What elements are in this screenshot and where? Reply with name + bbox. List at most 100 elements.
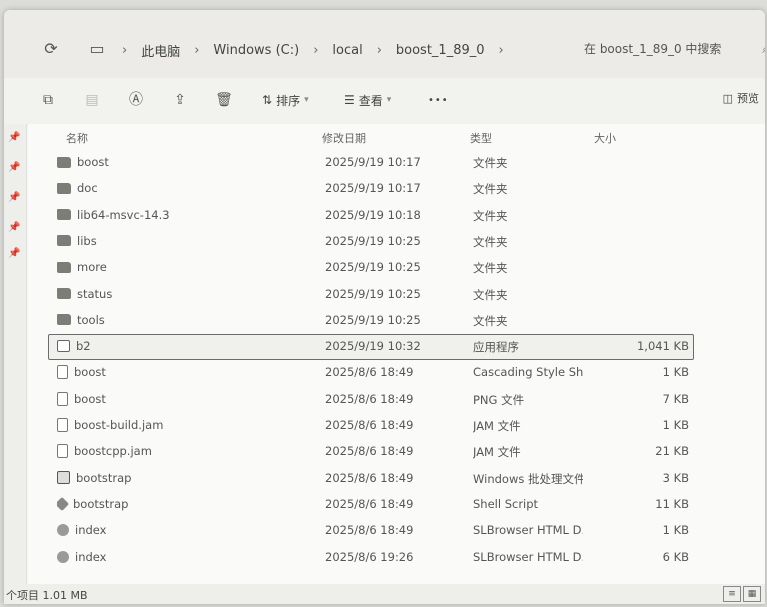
file-type: 文件夹 <box>473 208 508 223</box>
folder-icon <box>57 261 71 273</box>
file-row[interactable]: bootstrap 2025/8/6 18:49 Shell Script 11 KB <box>48 492 694 518</box>
file-row[interactable]: index 2025/8/6 18:49 SLBrowser HTML D... 1 … <box>48 518 694 544</box>
folder-icon <box>57 209 71 221</box>
folder-icon <box>57 288 71 299</box>
document-icon <box>57 444 68 459</box>
file-name: bootstrap <box>76 470 132 485</box>
folder-row[interactable]: tools 2025/9/19 10:25 文件夹 <box>48 308 694 334</box>
folder-icon <box>57 156 71 168</box>
pin-icon[interactable]: 📌 <box>8 222 20 233</box>
file-row[interactable]: index 2025/8/6 19:26 SLBrowser HTML D... 6 … <box>48 545 694 571</box>
file-type: 文件夹 <box>473 182 508 197</box>
folder-row[interactable]: more 2025/9/19 10:25 文件夹 <box>48 255 694 281</box>
file-date: 2025/8/6 18:49 <box>325 365 414 380</box>
file-row[interactable]: b2 2025/9/19 10:32 应用程序 1,041 KB <box>48 334 694 361</box>
rename-icon[interactable]: Ⓐ <box>126 90 146 110</box>
search-input[interactable]: 在 boost_1_89_0 中搜索 ⌕ <box>574 34 765 64</box>
file-name-cell: doc <box>57 181 287 195</box>
file-date: 2025/8/6 18:49 <box>325 470 414 485</box>
pin-icon[interactable]: 📌 <box>8 248 20 259</box>
column-header-date[interactable]: 修改日期 <box>322 130 366 146</box>
file-date: 2025/9/19 10:25 <box>325 260 421 275</box>
file-name: more <box>77 260 107 275</box>
view-button[interactable]: ☰ 查看 ▾ <box>344 90 391 110</box>
breadcrumb-boost[interactable]: boost_1_89_0 <box>390 43 491 58</box>
pin-icon[interactable]: 📌 <box>8 132 20 143</box>
status-bar: 个项目 1.01 MB ≡ ▦ <box>4 584 765 604</box>
column-header-type[interactable]: 类型 <box>470 130 492 146</box>
this-pc-icon[interactable]: ▭ <box>86 38 108 60</box>
chevron-right-icon: › <box>313 42 319 58</box>
shell-script-icon <box>57 496 70 511</box>
file-name-cell: boost <box>57 365 287 380</box>
sort-button[interactable]: ⇅ 排序 ▾ <box>262 90 309 110</box>
file-date: 2025/9/19 10:17 <box>325 181 421 196</box>
chevron-right-icon: › <box>376 42 382 58</box>
command-bar: ⧉ ▤ Ⓐ ⇪ 🗑 ⇅ 排序 ▾ ☰ 查看 ▾ ••• ◫ 预览 <box>4 78 765 125</box>
column-header-size[interactable]: 大小 <box>594 130 616 146</box>
chevron-right-icon[interactable]: › <box>491 43 512 58</box>
folder-row[interactable]: libs 2025/9/19 10:25 文件夹 <box>48 229 694 255</box>
file-type: SLBrowser HTML D... <box>473 549 583 564</box>
file-row[interactable]: boostcpp.jam 2025/8/6 18:49 JAM 文件 21 KB <box>48 439 694 465</box>
more-options-button[interactable]: ••• <box>428 90 449 110</box>
file-row[interactable]: boost-build.jam 2025/8/6 18:49 JAM 文件 1 KB <box>48 413 694 439</box>
refresh-icon[interactable]: ⟳ <box>40 38 62 60</box>
file-name-cell: bootstrap <box>57 471 287 485</box>
file-date: 2025/8/6 18:49 <box>325 418 414 432</box>
tiles-view-icon[interactable]: ▦ <box>743 586 761 602</box>
pin-icon[interactable]: 📌 <box>8 162 20 173</box>
file-name: status <box>77 286 113 301</box>
share-icon[interactable]: ⇪ <box>170 90 190 110</box>
file-name: tools <box>77 312 105 327</box>
file-name-cell: bootstrap <box>57 496 287 511</box>
batch-file-icon <box>57 471 70 485</box>
delete-icon[interactable]: 🗑 <box>214 90 234 110</box>
sort-icon: ⇅ <box>262 93 273 107</box>
folder-row[interactable]: lib64-msvc-14.3 2025/9/19 10:18 文件夹 <box>48 203 694 229</box>
folder-icon <box>57 314 71 326</box>
breadcrumb-windows-c[interactable]: Windows (C:) <box>207 43 305 58</box>
file-name-cell: more <box>57 260 287 274</box>
file-date: 2025/8/6 19:26 <box>325 549 414 564</box>
file-name-cell: tools <box>57 313 287 327</box>
file-row[interactable]: boost 2025/8/6 18:49 PNG 文件 7 KB <box>48 387 694 413</box>
paste-icon[interactable]: ▤ <box>82 90 102 110</box>
details-view-icon[interactable]: ≡ <box>723 586 741 602</box>
file-type: 应用程序 <box>473 340 519 355</box>
file-row[interactable]: bootstrap 2025/8/6 18:49 Windows 批处理文件 3 KB <box>48 466 694 492</box>
file-type: 文件夹 <box>473 234 508 249</box>
file-explorer-window: ⟳ ▭ › 此电脑 › Windows (C:) › local › boost… <box>4 10 765 604</box>
file-name: index <box>75 549 107 564</box>
file-row[interactable]: boost 2025/8/6 18:49 Cascading Style Sh...… <box>48 360 694 386</box>
document-icon <box>57 391 68 406</box>
file-type: 文件夹 <box>473 313 508 328</box>
preview-pane-button[interactable]: ◫ 预览 <box>723 90 759 106</box>
document-icon <box>57 365 68 380</box>
file-date: 2025/9/19 10:18 <box>325 207 421 222</box>
file-size: 1 KB <box>662 365 689 380</box>
browser-html-icon <box>57 524 69 537</box>
breadcrumb-this-pc[interactable]: 此电脑 <box>135 41 186 60</box>
folder-row[interactable]: doc 2025/9/19 10:17 文件夹 <box>48 176 694 202</box>
file-type: 文件夹 <box>473 287 508 302</box>
file-size: 3 KB <box>662 470 689 485</box>
pin-icon[interactable]: 📌 <box>8 192 20 203</box>
document-icon <box>57 418 68 432</box>
file-date: 2025/9/19 10:25 <box>325 233 421 248</box>
copy-icon[interactable]: ⧉ <box>38 90 58 110</box>
file-name-cell: boostcpp.jam <box>57 444 287 459</box>
column-header-name[interactable]: 名称 <box>66 130 88 146</box>
file-type: 文件夹 <box>473 156 508 170</box>
file-type: SLBrowser HTML D... <box>473 523 583 538</box>
file-name: bootstrap <box>73 496 129 511</box>
navigation-bar: ⟳ ▭ › 此电脑 › Windows (C:) › local › boost… <box>4 10 765 78</box>
file-date: 2025/9/19 10:25 <box>325 286 421 301</box>
status-text: 个项目 1.01 MB <box>6 589 88 602</box>
file-name-cell: index <box>57 550 287 564</box>
file-date: 2025/9/19 10:17 <box>325 155 421 169</box>
file-name: boostcpp.jam <box>74 444 152 459</box>
folder-row[interactable]: status 2025/9/19 10:25 文件夹 <box>48 282 694 308</box>
folder-row[interactable]: boost 2025/9/19 10:17 文件夹 <box>48 150 694 176</box>
breadcrumb-local[interactable]: local <box>326 43 368 58</box>
